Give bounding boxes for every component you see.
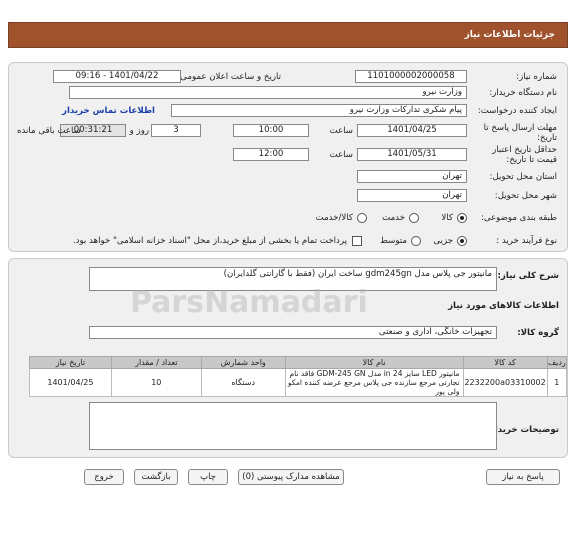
cell-row: 1: [546, 368, 568, 397]
page-title-bar: جزئیات اطلاعات نیاز: [8, 22, 568, 48]
announce-label: تاریخ و ساعت اعلان عمومی:: [177, 72, 281, 82]
goods-table-header: ردیف کد کالا نام کالا واحد شمارش تعداد /…: [29, 356, 568, 369]
province-field: تهران: [357, 170, 467, 183]
deadline-label: مهلت ارسال پاسخ تا تاریخ:: [483, 123, 557, 143]
buyer-label: نام دستگاه خریدار:: [489, 88, 557, 98]
category-radio-service[interactable]: [409, 213, 419, 223]
col-row: ردیف: [546, 356, 568, 369]
need-summary-label: شرح کلی نیاز:: [497, 271, 559, 281]
announce-field: 1401/04/22 - 09:16: [53, 70, 181, 83]
need-info-panel: شماره نیاز: 1101000002000058 تاریخ و ساع…: [8, 62, 568, 252]
cell-unit: دستگاه: [200, 368, 286, 397]
need-number-field: 1101000002000058: [355, 70, 467, 83]
reply-button[interactable]: پاسخ به نیاز: [486, 469, 560, 485]
creator-label: ایجاد کننده درخواست:: [477, 106, 557, 116]
col-date: تاریخ نیاز: [29, 356, 112, 369]
buyer-field: وزارت نیرو: [69, 86, 467, 99]
treasury-payment-note: پرداخت تمام یا بخشی از مبلغ خرید،از محل …: [72, 236, 347, 246]
process-option-minor: جزیی: [433, 236, 453, 246]
treasury-payment-checkbox[interactable]: [352, 236, 362, 246]
city-label: شهر محل تحویل:: [494, 191, 557, 201]
col-code: کد کالا: [462, 356, 548, 369]
province-label: استان محل تحویل:: [489, 172, 557, 182]
process-label: نوع فرآیند خرید :: [496, 236, 557, 246]
category-radio-goods-service[interactable]: [357, 213, 367, 223]
buyer-contact-link[interactable]: اطلاعات تماس خریدار: [62, 106, 155, 116]
city-field: تهران: [357, 189, 467, 202]
cell-date: 1401/04/25: [29, 368, 112, 397]
remaining-days-field: 3: [151, 124, 201, 137]
goods-table: ردیف کد کالا نام کالا واحد شمارش تعداد /…: [29, 356, 568, 397]
category-label: طبقه بندی موضوعی:: [480, 213, 557, 223]
need-summary-field: مانیتور جی پلاس مدل gdm245gn ساخت ایران …: [89, 267, 497, 291]
exit-button[interactable]: خروج: [84, 469, 124, 485]
category-radio-goods[interactable]: [457, 213, 467, 223]
days-label: روز و: [129, 126, 149, 136]
deadline-date-field: 1401/04/25: [357, 124, 467, 137]
col-name: نام کالا: [284, 356, 464, 369]
category-option-goods: کالا: [441, 213, 453, 223]
validity-time-field: 12:00: [233, 148, 309, 161]
goods-group-label: گروه کالا:: [517, 328, 559, 338]
cell-qty: 10: [110, 368, 202, 397]
remaining-label: ساعت باقی مانده: [17, 126, 81, 136]
validity-date-field: 1401/05/31: [357, 148, 467, 161]
cell-code: 2232200a03310002: [462, 368, 548, 397]
print-button[interactable]: چاپ: [188, 469, 228, 485]
deadline-time-field: 10:00: [233, 124, 309, 137]
process-radio-minor[interactable]: [457, 236, 467, 246]
cell-name: مانیتور LED سایز 24 in مدل GDM-245 GN فا…: [284, 368, 464, 397]
buyer-notes-field: [89, 402, 497, 450]
col-unit: واحد شمارش: [200, 356, 286, 369]
process-option-medium: متوسط: [380, 236, 407, 246]
goods-section-title: اطلاعات کالاهای مورد نیاز: [448, 301, 559, 311]
col-qty: تعداد / مقدار: [110, 356, 202, 369]
attachments-button[interactable]: مشاهده مدارک پیوستی (0): [238, 469, 344, 485]
page-title: جزئیات اطلاعات نیاز: [464, 30, 555, 40]
process-radio-medium[interactable]: [411, 236, 421, 246]
deadline-hour-label: ساعت: [329, 126, 353, 136]
category-option-service: خدمت: [382, 213, 405, 223]
validity-hour-label: ساعت: [329, 150, 353, 160]
category-option-goods-service: کالا/خدمت: [315, 213, 353, 223]
back-button[interactable]: بازگشت: [134, 469, 178, 485]
goods-group-field: تجهیزات خانگی، اداری و صنعتی: [89, 326, 497, 339]
table-row[interactable]: 1 2232200a03310002 مانیتور LED سایز 24 i…: [29, 368, 568, 397]
need-number-label: شماره نیاز:: [516, 72, 557, 82]
buyer-notes-label: توضیحات خریدار:: [486, 425, 559, 435]
goods-panel: شرح کلی نیاز: مانیتور جی پلاس مدل gdm245…: [8, 258, 568, 458]
validity-label: حداقل تاریخ اعتبار قیمت تا تاریخ:: [492, 145, 557, 165]
creator-field: پیام شکری تدارکات وزارت نیرو: [171, 104, 467, 117]
